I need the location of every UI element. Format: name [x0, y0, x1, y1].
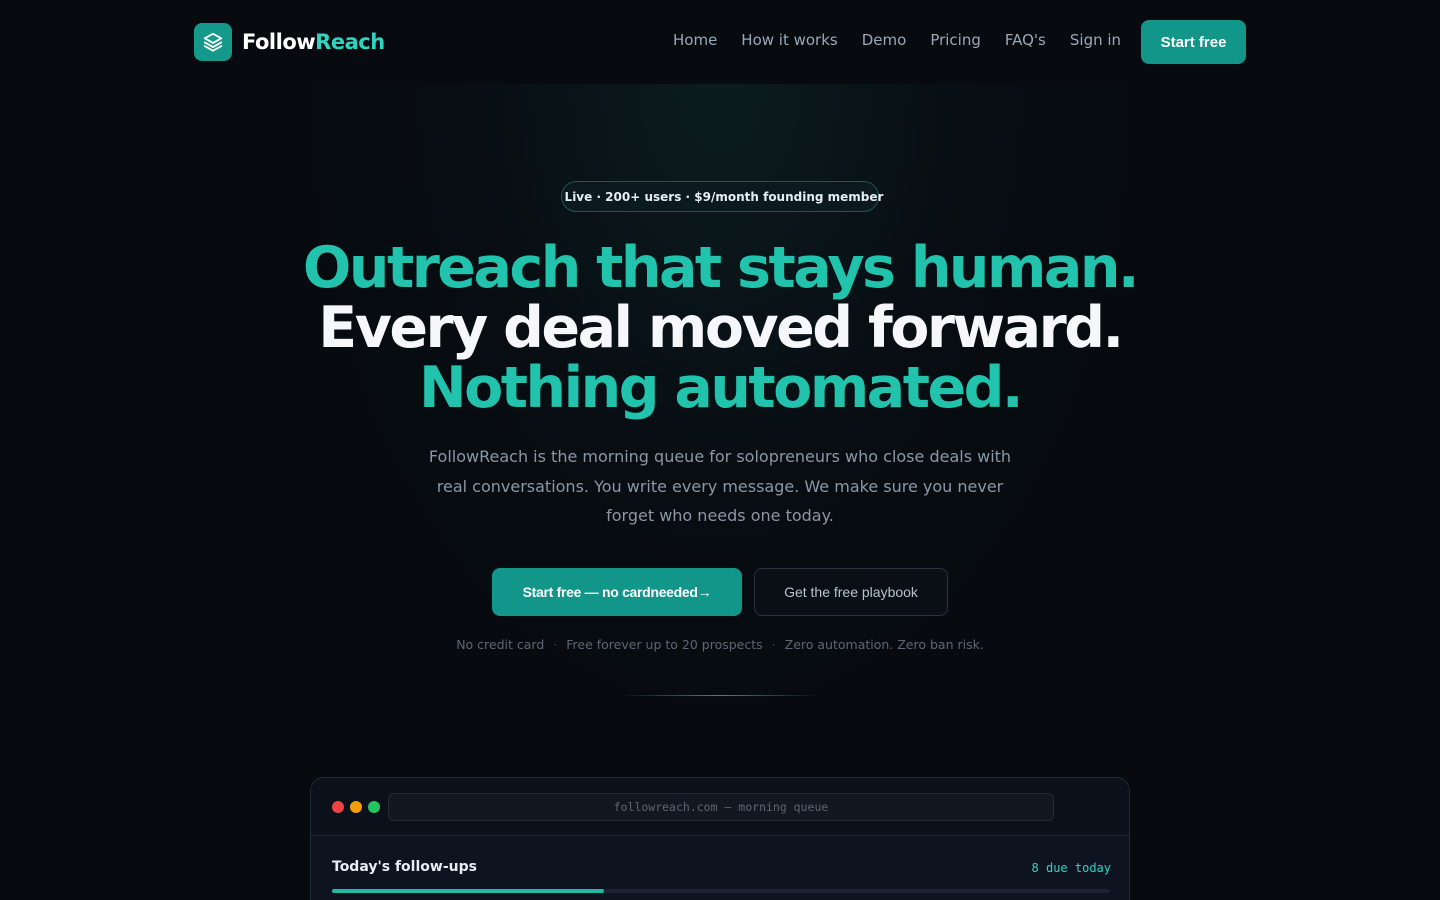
headline-line-2: Every deal moved forward.	[318, 295, 1124, 361]
status-badge-text: Live · 200+ users · $9/month founding me…	[564, 189, 884, 204]
due-count: 8 due today	[1031, 861, 1111, 875]
headline-line-1: Outreach that stays human.	[302, 235, 1140, 301]
start-free-no-card-button[interactable]: Start free — no cardneeded→	[492, 568, 742, 616]
headline-line-3: Nothing automated.	[418, 355, 1024, 421]
panel-title: Today's follow-ups	[332, 859, 477, 875]
start-free-button[interactable]: Start free	[1141, 20, 1246, 64]
logo-text: FollowReach	[242, 30, 385, 54]
note-free-forever: Free forever up to 20 prospects	[566, 637, 763, 652]
nav-faqs[interactable]: FAQ's	[1005, 31, 1046, 49]
status-badge: Live · 200+ users · $9/month founding me…	[561, 181, 883, 212]
hero-notes: No credit card · Free forever up to 20 pro…	[0, 637, 1440, 652]
nav-links: Home How it works Demo Pricing FAQ's Sig…	[673, 31, 1145, 49]
maximize-dot-icon	[368, 801, 380, 813]
progress-fill	[332, 889, 605, 893]
section-divider	[620, 695, 820, 696]
note-zero-automation: Zero automation. Zero ban risk.	[784, 637, 984, 652]
follow-ups-panel: Today's follow-ups 8 due today	[311, 836, 1129, 900]
note-no-credit-card: No credit card	[456, 637, 545, 652]
layers-icon	[194, 23, 232, 61]
nav-home[interactable]: Home	[673, 31, 717, 49]
minimize-dot-icon	[350, 801, 362, 813]
progress-track	[332, 889, 1110, 893]
nav-sign-in[interactable]: Sign in	[1070, 31, 1121, 49]
app-preview-window: followreach.com — morning queue Today's …	[310, 777, 1130, 900]
logo-text-part2: Reach	[315, 30, 385, 54]
nav-how-it-works[interactable]: How it works	[741, 31, 837, 49]
window-titlebar: followreach.com — morning queue	[311, 778, 1129, 836]
nav-pricing[interactable]: Pricing	[930, 31, 981, 49]
note-separator: ·	[553, 637, 558, 652]
get-playbook-button[interactable]: Get the free playbook	[754, 568, 948, 616]
hero-subtitle: FollowReach is the morning queue for sol…	[428, 447, 1012, 525]
url-bar: followreach.com — morning queue	[388, 793, 1054, 821]
logo[interactable]: FollowReach	[194, 23, 385, 61]
note-separator: ·	[771, 637, 776, 652]
logo-text-part1: Follow	[242, 30, 316, 54]
close-dot-icon	[332, 801, 344, 813]
nav-demo[interactable]: Demo	[862, 31, 907, 49]
top-nav: FollowReach Home How it works Demo Prici…	[0, 0, 1440, 84]
